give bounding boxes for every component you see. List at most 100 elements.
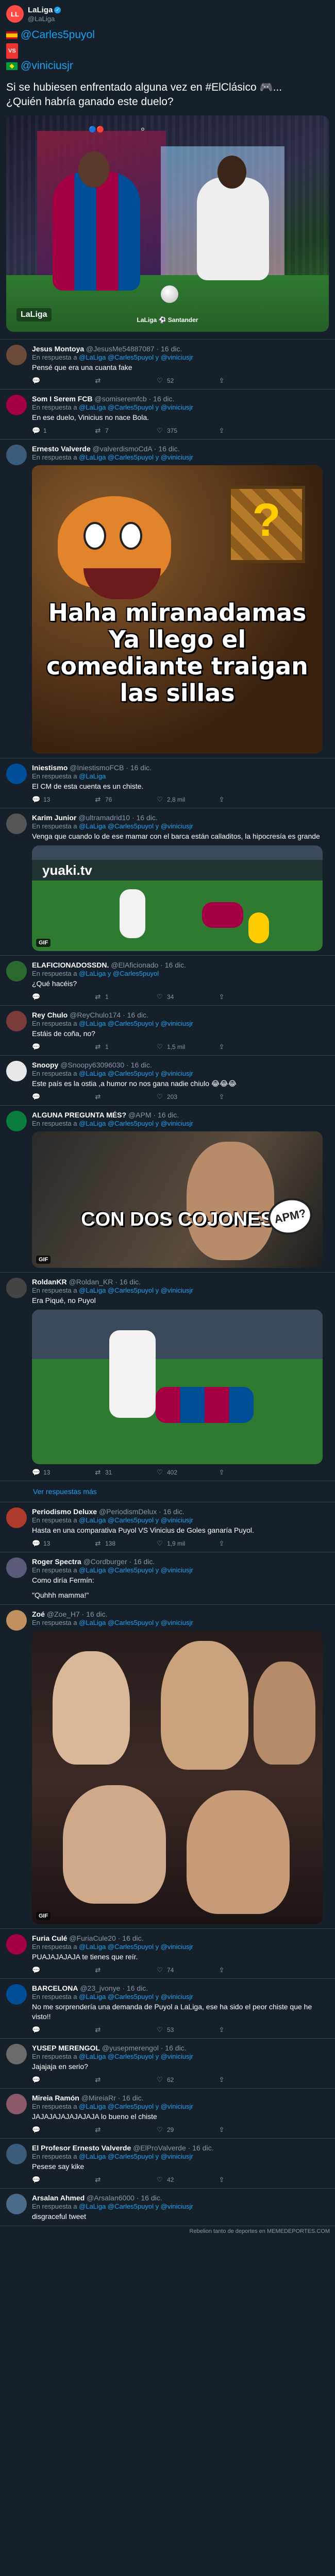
reply-time[interactable]: 16 dic. xyxy=(86,1610,107,1618)
reply-tweet[interactable]: Karim Junior @ultramadrid10 · 16 dic. En… xyxy=(0,808,335,956)
reply-to-mentions[interactable]: @LaLiga @Carles5puyol y @viniciusjr xyxy=(79,1619,193,1626)
reply-author-handle[interactable]: @ReyChulo174 xyxy=(70,1011,121,1019)
reply-tweet[interactable]: Arsalan Ahmed @Arsalan6000 · 16 dic. En … xyxy=(0,2189,335,2226)
reply-author-name[interactable]: Furia Culé xyxy=(32,1934,67,1942)
retweet-action[interactable]: ⇄ xyxy=(94,1966,156,1974)
reply-to-mentions[interactable]: @LaLiga @Carles5puyol y @viniciusjr xyxy=(79,453,193,461)
reply-tweet[interactable]: ELAFICIONADOSSDN. @ElAficionado · 16 dic… xyxy=(0,956,335,1006)
reply-to-mentions[interactable]: @LaLiga @Carles5puyol y @viniciusjr xyxy=(79,1516,193,1524)
reply-action[interactable]: 💬 13 xyxy=(32,1468,94,1477)
reply-action[interactable]: 💬 xyxy=(32,993,94,1001)
reply-tweet[interactable]: Ernesto Valverde @valverdismoCdA · 16 di… xyxy=(0,439,335,758)
like-action[interactable]: ♡ 375 xyxy=(156,427,217,435)
reply-author-name[interactable]: Karim Junior xyxy=(32,814,76,822)
meme-image[interactable]: ? Haha miranadamas Ya llego el comediant… xyxy=(32,465,323,754)
share-action[interactable]: ⇪ xyxy=(217,795,279,804)
reply-time[interactable]: 16 dic. xyxy=(163,1507,185,1516)
reply-tweet[interactable]: Roger Spectra @Cordburger · 16 dic. En r… xyxy=(0,1552,335,1605)
reply-author-handle[interactable]: @Arsalan6000 xyxy=(87,2194,135,2202)
reply-action[interactable]: 💬 xyxy=(32,2126,94,2134)
retweet-action[interactable]: ⇄ xyxy=(94,2176,156,2184)
reply-author-handle[interactable]: @APM xyxy=(128,1111,152,1119)
reply-author-handle[interactable]: @Cordburger xyxy=(83,1557,127,1566)
tweet-image[interactable] xyxy=(32,1310,323,1464)
reply-author-name[interactable]: Rey Chulo xyxy=(32,1011,68,1019)
reply-to-mentions[interactable]: @LaLiga @Carles5puyol y @viniciusjr xyxy=(79,1286,193,1294)
reply-tweet[interactable]: Rey Chulo @ReyChulo174 · 16 dic. En resp… xyxy=(0,1006,335,1056)
reply-action[interactable]: 💬 1 xyxy=(32,427,94,435)
show-more-replies-link[interactable]: Ver respuestas más xyxy=(0,1481,335,1502)
reply-tweet[interactable]: ALGUNA PREGUNTA MÉS? @APM · 16 dic. En r… xyxy=(0,1106,335,1273)
avatar[interactable] xyxy=(6,1111,27,1131)
avatar[interactable] xyxy=(6,1557,27,1578)
reply-tweet[interactable]: YUSEP MERENGOL @yusepmerengol · 16 dic. … xyxy=(0,2039,335,2089)
reply-tweet[interactable]: Mireia Ramón @MireiaRr · 16 dic. En resp… xyxy=(0,2089,335,2139)
reply-author-name[interactable]: Som I Serem FCB xyxy=(32,395,92,403)
like-action[interactable]: ♡ 62 xyxy=(156,2076,217,2084)
share-action[interactable]: ⇪ xyxy=(217,1043,279,1051)
reply-author-handle[interactable]: @Roldan_KR xyxy=(69,1278,113,1286)
reply-to-mentions[interactable]: @LaLiga @Carles5puyol y @viniciusjr xyxy=(79,353,193,361)
like-action[interactable]: ♡ 402 xyxy=(156,1468,217,1477)
reply-action[interactable]: 💬 xyxy=(32,1093,94,1101)
reply-to-mentions[interactable]: @LaLiga y @Carles5puyol xyxy=(79,970,159,977)
reply-time[interactable]: 16 dic. xyxy=(158,1111,179,1119)
reply-time[interactable]: 16 dic. xyxy=(165,961,186,969)
author-handle[interactable]: @LaLiga xyxy=(28,15,61,23)
reply-author-name[interactable]: Ernesto Valverde xyxy=(32,445,91,453)
like-action[interactable]: ♡ 34 xyxy=(156,993,217,1001)
reply-time[interactable]: 16 dic. xyxy=(131,1061,152,1069)
reply-to-mentions[interactable]: @LaLiga @Carles5puyol y @viniciusjr xyxy=(79,2202,193,2210)
share-action[interactable]: ⇪ xyxy=(217,993,279,1001)
reply-author-name[interactable]: Mireia Ramón xyxy=(32,2094,79,2102)
share-action[interactable]: ⇪ xyxy=(217,1093,279,1101)
avatar[interactable] xyxy=(6,961,27,981)
avatar[interactable] xyxy=(6,2044,27,2064)
avatar[interactable] xyxy=(6,1278,27,1298)
reply-action[interactable]: 💬 xyxy=(32,2026,94,2034)
avatar[interactable] xyxy=(6,1011,27,1031)
reply-action[interactable]: 💬 xyxy=(32,2076,94,2084)
retweet-action[interactable]: ⇄ 1 xyxy=(94,993,156,1001)
share-action[interactable]: ⇪ xyxy=(217,1966,279,1974)
reply-author-name[interactable]: Periodismo Deluxe xyxy=(32,1507,97,1516)
reply-to-mentions[interactable]: @LaLiga @Carles5puyol y @viniciusjr xyxy=(79,1120,193,1127)
share-action[interactable]: ⇪ xyxy=(217,1468,279,1477)
reply-action[interactable]: 💬 13 xyxy=(32,1539,94,1548)
reply-to-mentions[interactable]: @LaLiga @Carles5puyol y @viniciusjr xyxy=(79,2153,193,2160)
reply-to-mentions[interactable]: @LaLiga @Carles5puyol y @viniciusjr xyxy=(79,1070,193,1077)
avatar[interactable] xyxy=(6,395,27,415)
reply-to-mentions[interactable]: @LaLiga @Carles5puyol y @viniciusjr xyxy=(79,822,193,830)
share-action[interactable]: ⇪ xyxy=(217,427,279,435)
reply-time[interactable]: 16 dic. xyxy=(137,814,158,822)
reply-author-handle[interactable]: @ElProValverde xyxy=(133,2144,186,2152)
reply-to-mentions[interactable]: @LaLiga @Carles5puyol y @viniciusjr xyxy=(79,1993,193,2001)
avatar[interactable]: LL xyxy=(6,5,24,23)
reply-time[interactable]: 16 dic. xyxy=(120,1278,141,1286)
like-action[interactable]: ♡ 1,5 mil xyxy=(156,1043,217,1051)
reply-to-mentions[interactable]: @LaLiga @Carles5puyol y @viniciusjr xyxy=(79,2053,193,2060)
reply-author-handle[interactable]: @JesusMe54887087 xyxy=(86,345,155,353)
reply-time[interactable]: 16 dic. xyxy=(158,445,179,453)
reply-author-name[interactable]: ALGUNA PREGUNTA MÉS? xyxy=(32,1111,126,1119)
like-action[interactable]: ♡ 53 xyxy=(156,2026,217,2034)
reply-author-handle[interactable]: @ultramadrid10 xyxy=(78,814,130,822)
reply-author-handle[interactable]: @ElAficionado xyxy=(111,961,158,969)
like-action[interactable]: ♡ 74 xyxy=(156,1966,217,1974)
avatar[interactable] xyxy=(6,2194,27,2214)
reply-to-mentions[interactable]: @LaLiga @Carles5puyol y @viniciusjr xyxy=(79,2103,193,2110)
reply-author-handle[interactable]: @valverdismoCdA xyxy=(93,445,152,453)
reply-tweet[interactable]: Zoé @Zoe_H7 · 16 dic. En respuesta a @La… xyxy=(0,1605,335,1929)
reply-author-handle[interactable]: @Snoopy63096030 xyxy=(60,1061,124,1069)
reply-tweet[interactable]: Periodismo Deluxe @PeriodismDelux · 16 d… xyxy=(0,1502,335,1552)
reply-author-handle[interactable]: @FuriaCule20 xyxy=(69,1934,115,1942)
like-action[interactable]: ♡ 29 xyxy=(156,2126,217,2134)
share-action[interactable]: ⇪ xyxy=(217,2076,279,2084)
reply-to-mentions[interactable]: @LaLiga @Carles5puyol y @viniciusjr xyxy=(79,1943,193,1951)
reply-author-handle[interactable]: @MireiaRr xyxy=(81,2094,116,2102)
reply-action[interactable]: 💬 13 xyxy=(32,795,94,804)
reply-action[interactable]: 💬 xyxy=(32,377,94,385)
tweet-image[interactable]: 🔵🔴 ⚪ LaLiga LaLiga ⚽ Santander xyxy=(6,115,329,332)
reply-author-name[interactable]: RoldanKR xyxy=(32,1278,67,1286)
reply-author-name[interactable]: Jesus Montoya xyxy=(32,345,84,353)
